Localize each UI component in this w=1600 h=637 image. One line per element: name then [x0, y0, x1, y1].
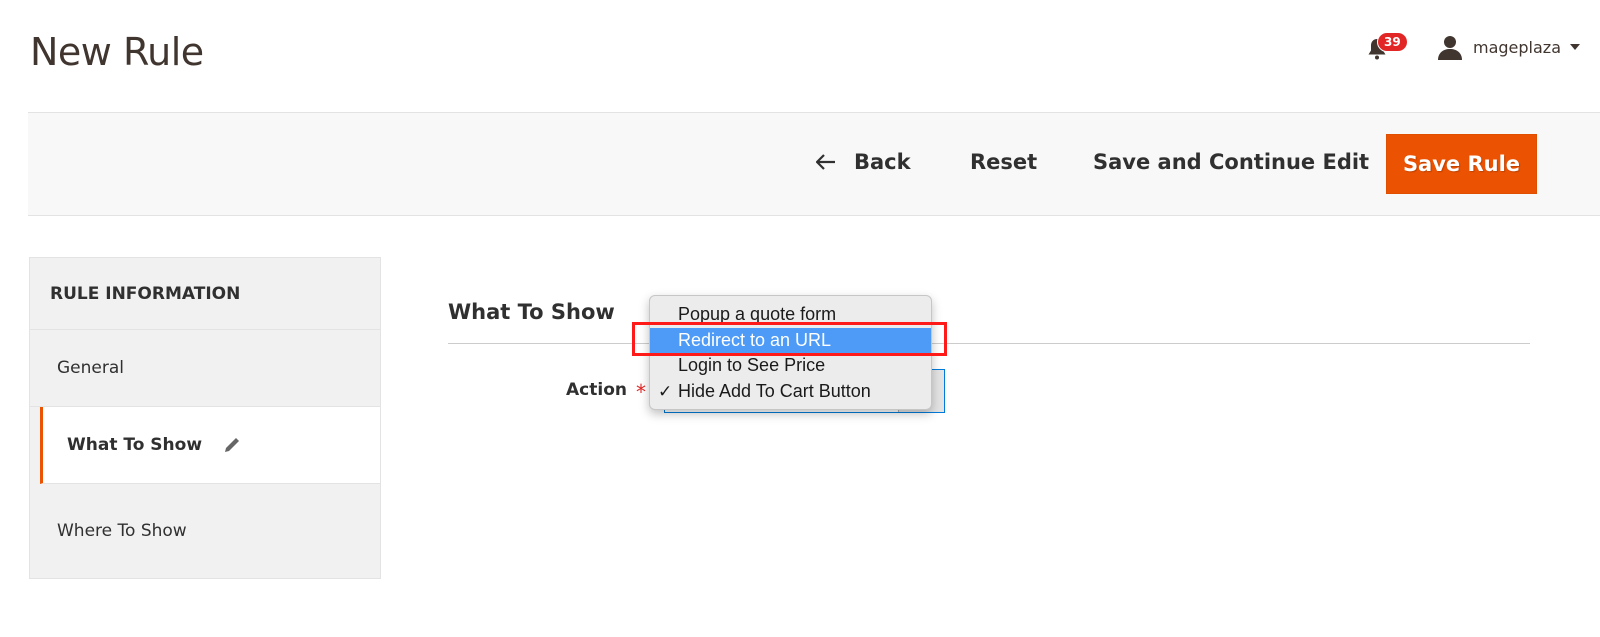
notifications-button[interactable]: 39: [1361, 30, 1408, 64]
pencil-icon: [225, 438, 240, 452]
section-divider: [448, 343, 1530, 344]
sidebar-item-where-to-show[interactable]: Where To Show: [30, 484, 380, 578]
reset-button[interactable]: Reset: [970, 147, 1037, 177]
page-title: New Rule: [30, 30, 204, 74]
header-actions: 39 mageplaza: [1361, 30, 1580, 64]
section-title: What To Show: [448, 300, 615, 324]
dropdown-option-login-see-price[interactable]: Login to See Price: [650, 353, 931, 379]
page-actions-toolbar: Back Reset Save and Continue Edit Save R…: [28, 112, 1600, 216]
option-label: Login to See Price: [678, 355, 826, 375]
username: mageplaza: [1473, 37, 1561, 57]
sidebar-item-what-to-show[interactable]: What To Show: [40, 407, 380, 484]
user-avatar-icon: [1438, 36, 1462, 60]
save-rule-button[interactable]: Save Rule: [1386, 134, 1537, 194]
sidebar-title: RULE INFORMATION: [30, 258, 380, 330]
option-label: Redirect to an URL: [678, 329, 832, 350]
sidebar-item-label: Where To Show: [57, 521, 187, 541]
save-and-continue-button[interactable]: Save and Continue Edit: [1093, 147, 1369, 177]
sidebar-item-label: General: [57, 358, 124, 378]
sidebar-item-label: What To Show: [67, 435, 203, 455]
action-dropdown-menu: Popup a quote form Redirect to an URL Lo…: [649, 295, 932, 410]
arrow-left-icon: [816, 154, 835, 170]
back-label: Back: [854, 150, 911, 174]
back-button[interactable]: Back: [816, 147, 911, 177]
option-label: Hide Add To Cart Button: [678, 380, 871, 401]
sidebar-item-general[interactable]: General: [30, 330, 380, 407]
dropdown-option-redirect-url[interactable]: Redirect to an URL: [650, 327, 931, 353]
action-label: Action: [566, 380, 627, 400]
chevron-down-icon: [1570, 44, 1580, 50]
rule-information-sidebar: RULE INFORMATION General What To Show Wh…: [29, 257, 381, 579]
option-label: Popup a quote form: [678, 304, 837, 324]
notifications-badge: 39: [1377, 32, 1408, 52]
required-indicator: *: [636, 380, 646, 404]
dropdown-option-popup-quote-form[interactable]: Popup a quote form: [650, 302, 931, 328]
dropdown-option-hide-add-to-cart[interactable]: ✓ Hide Add To Cart Button: [650, 379, 931, 405]
checkmark-icon: ✓: [658, 381, 673, 401]
user-menu[interactable]: mageplaza: [1437, 34, 1580, 60]
